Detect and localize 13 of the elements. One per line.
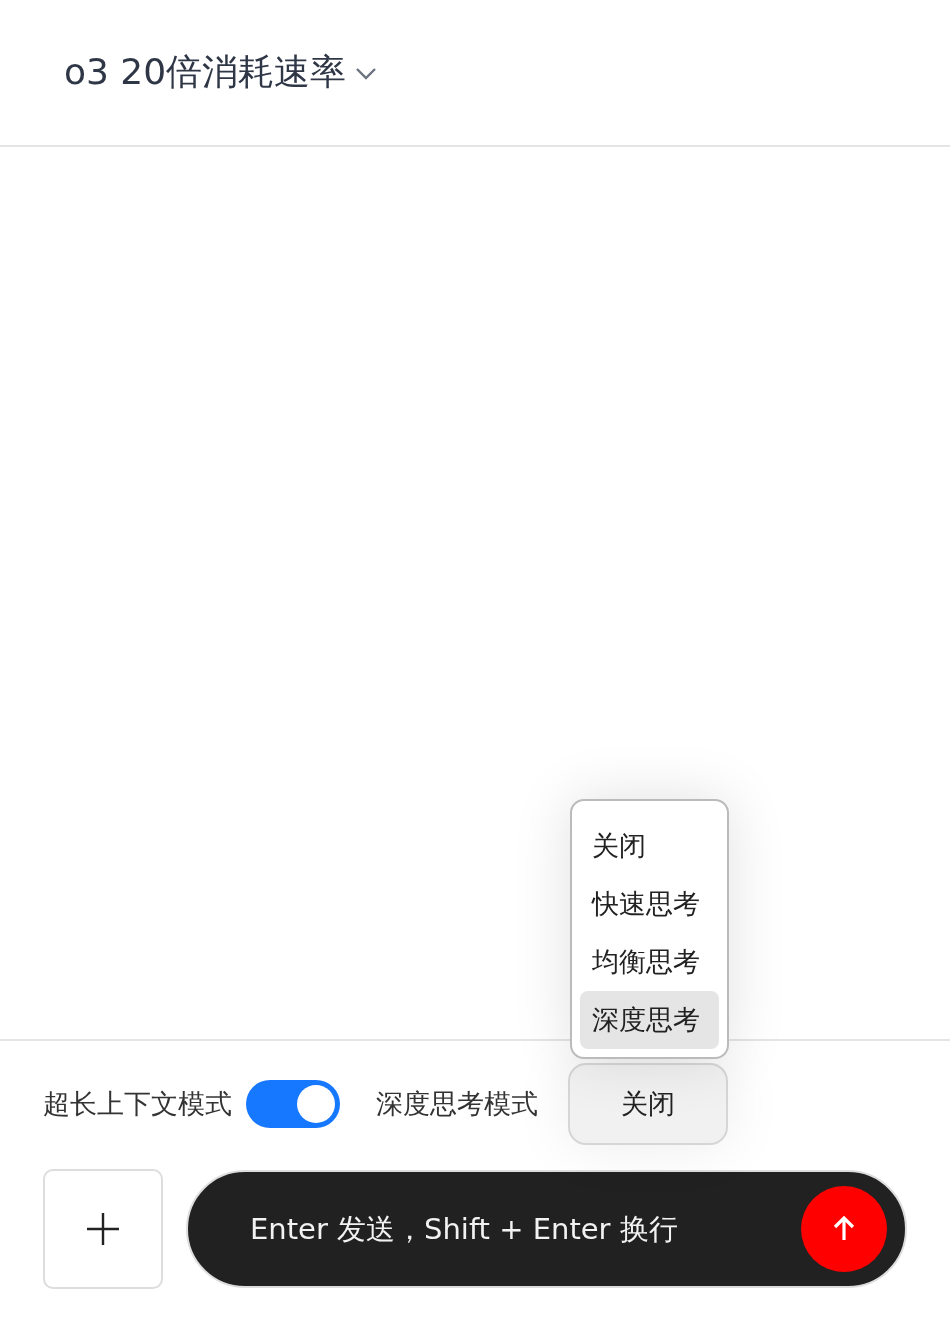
arrow-up-icon — [833, 1216, 855, 1242]
menu-option[interactable]: 深度思考 — [580, 991, 719, 1049]
send-button[interactable] — [801, 1186, 887, 1272]
menu-option[interactable]: 均衡思考 — [580, 933, 719, 991]
deep-thinking-label: 深度思考模式 — [376, 1087, 538, 1121]
long-context-toggle[interactable] — [246, 1080, 340, 1128]
thinking-mode-dropdown[interactable]: 关闭 — [568, 1063, 728, 1145]
plus-icon — [86, 1212, 120, 1246]
long-context-label: 超长上下文模式 — [43, 1087, 232, 1121]
menu-option[interactable]: 快速思考 — [580, 875, 719, 933]
menu-option[interactable]: 关闭 — [580, 817, 719, 875]
model-selector[interactable]: o3 20倍消耗速率 — [64, 48, 379, 97]
message-input[interactable]: Enter 发送，Shift + Enter 换行 — [248, 1211, 801, 1247]
